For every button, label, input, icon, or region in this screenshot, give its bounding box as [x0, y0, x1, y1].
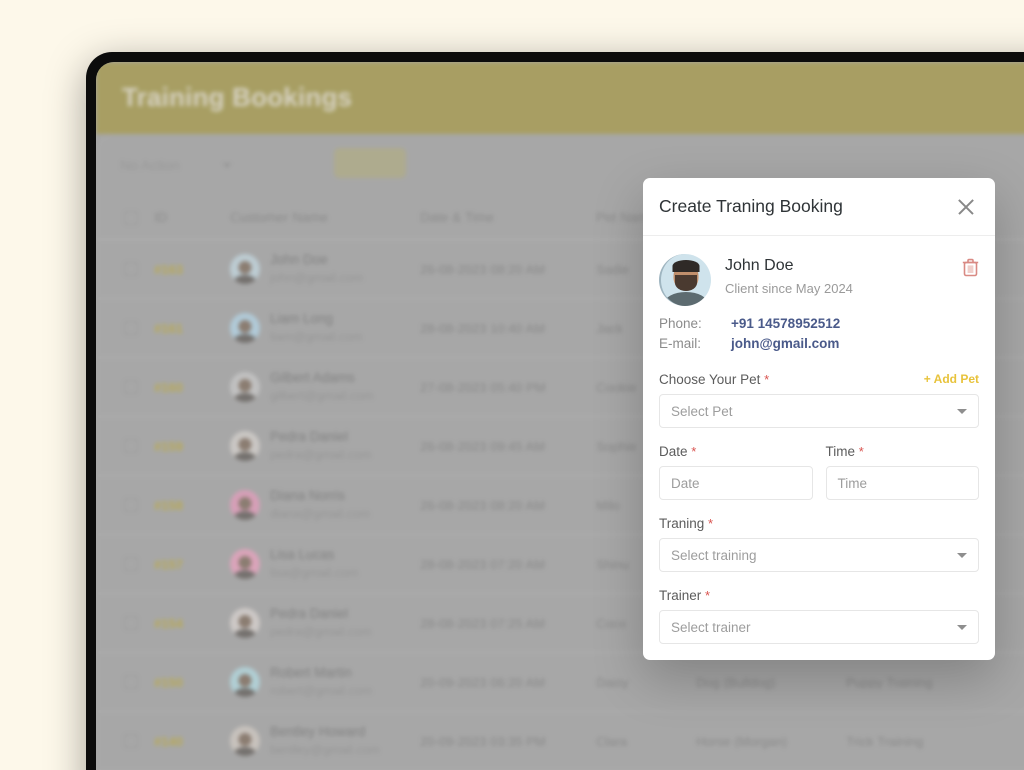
training-select-value: Select training	[671, 547, 757, 563]
date-time-row: Date * Date Time * Time	[659, 444, 979, 500]
time-input-value: Time	[837, 475, 868, 491]
client-summary: John Doe Client since May 2024	[659, 254, 979, 306]
email-label: E-mail:	[659, 336, 702, 351]
required-asterisk: *	[705, 588, 711, 603]
required-asterisk: *	[858, 444, 864, 459]
client-since: Client since May 2024	[725, 281, 853, 296]
training-label-text: Traning	[659, 516, 705, 531]
trainer-select[interactable]: Select trainer	[659, 610, 979, 644]
trainer-label: Trainer *	[659, 588, 979, 603]
chevron-down-icon	[957, 552, 967, 558]
training-field-group: Traning * Select training	[659, 516, 979, 572]
date-label-text: Date	[659, 444, 688, 459]
chevron-down-icon	[957, 408, 967, 414]
trainer-label-text: Trainer	[659, 588, 702, 603]
pet-select[interactable]: Select Pet	[659, 394, 979, 428]
screenshot-stage: Training Bookings No Action ID Customer …	[0, 0, 1024, 770]
pet-field-group: Choose Your Pet * + Add Pet Select Pet	[659, 372, 979, 428]
time-input[interactable]: Time	[825, 466, 979, 500]
client-contact-info: Phone: +91 14578952512 E-mail: john@gmai…	[659, 316, 979, 356]
training-select[interactable]: Select training	[659, 538, 979, 572]
trainer-select-value: Select trainer	[671, 619, 751, 635]
email-value: john@gmail.com	[731, 336, 840, 351]
phone-row: Phone: +91 14578952512	[659, 316, 979, 336]
required-asterisk: *	[764, 372, 770, 387]
required-asterisk: *	[708, 516, 714, 531]
email-row: E-mail: john@gmail.com	[659, 336, 979, 356]
date-input-value: Date	[671, 475, 700, 491]
time-field-group: Time * Time	[825, 444, 980, 500]
modal-body: John Doe Client since May 2024 Phone: +9…	[643, 236, 995, 644]
modal-header: Create Traning Booking	[643, 178, 995, 236]
close-icon[interactable]	[955, 196, 977, 218]
date-label: Date *	[659, 444, 813, 459]
time-label-text: Time	[825, 444, 856, 459]
phone-label: Phone:	[659, 316, 702, 331]
add-pet-button[interactable]: + Add Pet	[924, 372, 979, 386]
avatar	[659, 254, 711, 306]
required-asterisk: *	[691, 444, 697, 459]
date-field-group: Date * Date	[659, 444, 813, 500]
client-name: John Doe	[725, 257, 794, 274]
trainer-field-group: Trainer * Select trainer	[659, 588, 979, 644]
create-booking-modal: Create Traning Booking John Doe Client s…	[643, 178, 995, 660]
chevron-down-icon	[957, 624, 967, 630]
pet-label-text: Choose Your Pet	[659, 372, 761, 387]
time-label: Time *	[826, 444, 980, 459]
device-screen: Training Bookings No Action ID Customer …	[96, 62, 1024, 770]
phone-value: +91 14578952512	[731, 316, 841, 331]
training-label: Traning *	[659, 516, 979, 531]
trash-icon[interactable]	[962, 258, 979, 277]
date-input[interactable]: Date	[659, 466, 813, 500]
modal-title: Create Traning Booking	[659, 196, 843, 216]
pet-select-value: Select Pet	[671, 403, 733, 419]
client-text-block: John Doe Client since May 2024	[725, 254, 853, 296]
